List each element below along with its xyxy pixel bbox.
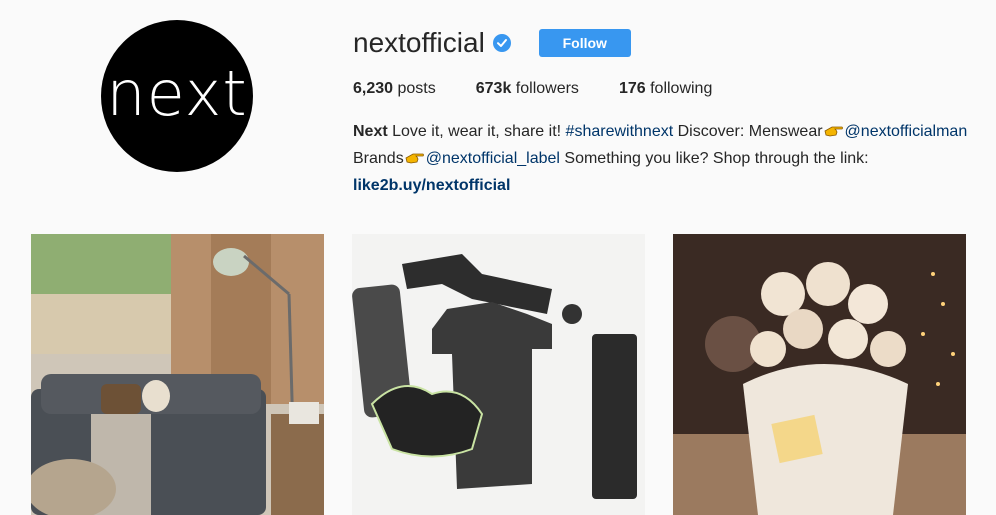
followers-label: followers bbox=[515, 80, 579, 97]
bio-website-link[interactable]: like2b.uy/nextofficial bbox=[353, 177, 510, 194]
stat-posts: 6,230 posts bbox=[353, 80, 436, 98]
post-image-activewear bbox=[352, 234, 645, 515]
post-thumbnail-flowers[interactable] bbox=[673, 234, 966, 515]
profile-stats: 6,230 posts 673k followers 176 following bbox=[353, 80, 752, 98]
post-thumbnail-activewear[interactable] bbox=[352, 234, 645, 515]
stat-following[interactable]: 176 following bbox=[619, 80, 712, 98]
post-image-living-room bbox=[31, 234, 324, 515]
verified-badge-icon bbox=[492, 34, 511, 52]
pointing-hand-icon bbox=[824, 123, 844, 147]
bio-mention-menswear[interactable]: @nextofficialman bbox=[845, 123, 968, 140]
bio-mention-label[interactable]: @nextofficial_label bbox=[426, 150, 560, 167]
bio-text-1: Love it, wear it, share it! bbox=[387, 123, 566, 140]
posts-label: posts bbox=[397, 80, 436, 97]
profile-avatar[interactable]: next bbox=[101, 20, 253, 172]
following-label: following bbox=[650, 80, 713, 97]
profile-header: nextofficial Follow bbox=[353, 26, 631, 60]
avatar-logo-text: next bbox=[106, 56, 248, 130]
post-thumbnail-living-room[interactable] bbox=[31, 234, 324, 515]
pointing-hand-icon bbox=[405, 150, 425, 174]
followers-count: 673k bbox=[475, 80, 512, 97]
posts-count: 6,230 bbox=[353, 80, 394, 97]
profile-username: nextofficial bbox=[353, 27, 485, 58]
bio-text-3: Brands bbox=[353, 150, 404, 167]
bio-text-4: Something you like? Shop through the lin… bbox=[559, 150, 869, 167]
following-count: 176 bbox=[618, 80, 646, 97]
bio-name: Next bbox=[353, 123, 388, 140]
stat-followers[interactable]: 673k followers bbox=[476, 80, 579, 98]
bio-hashtag-link[interactable]: #sharewithnext bbox=[566, 123, 674, 140]
post-image-flowers bbox=[673, 234, 966, 515]
bio-text-2: Discover: Menswear bbox=[673, 123, 823, 140]
profile-bio: Next Love it, wear it, share it! #sharew… bbox=[353, 120, 973, 198]
follow-button[interactable]: Follow bbox=[538, 29, 631, 57]
